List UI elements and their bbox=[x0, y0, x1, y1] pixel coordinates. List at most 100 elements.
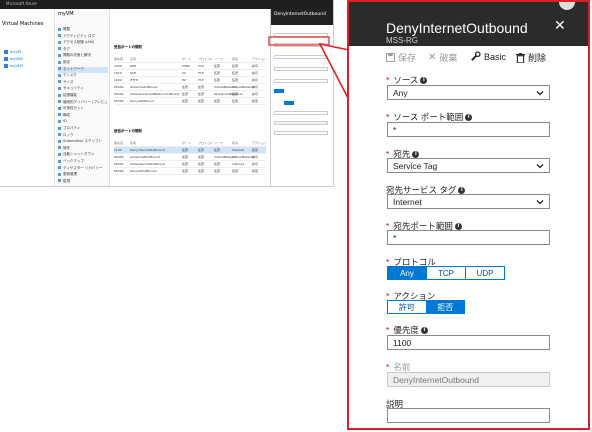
info-icon[interactable]: i bbox=[420, 76, 428, 84]
table-row[interactable]: 65001 AllowAzureLoadBalancerInBound 任意 任意 Az… bbox=[114, 91, 266, 98]
table-cell: アクション bbox=[252, 141, 267, 145]
protocol-option-any[interactable]: Any bbox=[388, 267, 427, 279]
outbound-rules-title: 送信ポートの規則 bbox=[114, 129, 142, 133]
table-cell: 任意 bbox=[182, 92, 189, 96]
table-header-row: 優先度 名前 ポート プロトコル ソース 宛先 アクション bbox=[114, 56, 267, 63]
table-row[interactable]: 65500 DenyAllOutBound 任意 任意 任意 任意 拒否 bbox=[114, 168, 266, 175]
mini-field bbox=[274, 79, 328, 83]
mini-blade-header: DenyInternetOutbound bbox=[271, 9, 333, 25]
table-cell: 任意 bbox=[198, 148, 205, 152]
delete-button[interactable]: 削除 bbox=[516, 51, 546, 64]
resource-menu-item[interactable]: 監視 bbox=[58, 179, 108, 185]
chevron-down-icon bbox=[536, 91, 544, 96]
vm-list-item[interactable]: myVM3 bbox=[4, 64, 48, 69]
table-cell: 任意 bbox=[232, 99, 239, 103]
source-select[interactable]: Any bbox=[387, 85, 550, 100]
mini-action-seg bbox=[284, 101, 294, 105]
resource-menu-item[interactable]: 構成 bbox=[58, 113, 108, 119]
action-option-allow[interactable]: 許可 bbox=[388, 301, 427, 313]
protocol-option-udp[interactable]: UDP bbox=[466, 267, 504, 279]
resource-menu-item[interactable]: 継続的デリバリー (プレビュー) bbox=[58, 100, 108, 106]
menu-item-icon bbox=[58, 67, 61, 71]
blade-header: DenyInternetOutbound MSS-RG ✕ bbox=[349, 2, 588, 46]
resource-menu-item[interactable]: ネットワーク bbox=[58, 66, 108, 73]
info-icon[interactable]: i bbox=[458, 186, 466, 194]
resource-menu-item[interactable]: アクセス制御 (IAM) bbox=[58, 40, 108, 46]
table-row[interactable]: 65500 DenyAllInBound 任意 任意 任意 任意 拒否 bbox=[114, 98, 266, 105]
info-icon[interactable]: i bbox=[465, 113, 473, 121]
resource-menu-item[interactable]: セキュリティ bbox=[58, 86, 108, 92]
menu-item-icon bbox=[58, 53, 61, 57]
table-cell: 任意 bbox=[214, 162, 221, 166]
table-row[interactable]: 1100 DenyInternetOutbound 任意 任意 任意 Internet 拒否 bbox=[114, 147, 266, 154]
vm-icon bbox=[4, 50, 8, 54]
resource-menu-item-label: 継続的デリバリー (プレビュー) bbox=[63, 99, 108, 104]
vm-list-item[interactable]: myVM2 bbox=[4, 57, 48, 62]
table-cell: Internet bbox=[232, 148, 244, 152]
resource-menu-item[interactable]: ロック bbox=[58, 133, 108, 139]
protocol-option-tcp[interactable]: TCP bbox=[427, 267, 466, 279]
table-row[interactable]: 1000 RDP 3389 TCP 任意 任意 許可 bbox=[114, 63, 266, 70]
resource-menu-item[interactable]: ID bbox=[58, 119, 108, 125]
resource-menu-item[interactable]: プロパティ bbox=[58, 126, 108, 132]
info-icon[interactable]: i bbox=[412, 150, 420, 158]
priority-input[interactable]: 1100 bbox=[387, 335, 550, 350]
mini-rule-blade: DenyInternetOutbound bbox=[270, 9, 333, 186]
table-row[interactable]: 65000 AllowVnetInBound 任意 任意 VirtualNetwork V… bbox=[114, 84, 266, 91]
destination-tag-select[interactable]: Internet bbox=[387, 194, 550, 209]
table-cell: 任意 bbox=[198, 169, 205, 173]
table-row[interactable]: 1010 SSH 22 TCP 任意 任意 許可 bbox=[114, 70, 266, 77]
table-cell: 65000 bbox=[114, 155, 124, 159]
vm-list-item[interactable]: myVM bbox=[4, 50, 48, 55]
table-cell: 拒否 bbox=[252, 99, 259, 103]
table-cell: 任意 bbox=[182, 148, 189, 152]
resource-menu-item[interactable]: ディザスター リカバリー bbox=[58, 166, 108, 172]
destination-select[interactable]: Service Tag bbox=[387, 158, 550, 173]
table-cell: 許可 bbox=[252, 155, 259, 159]
close-icon[interactable]: ✕ bbox=[554, 18, 566, 34]
table-cell: ポート bbox=[182, 57, 192, 61]
resource-menu-item[interactable]: 操作 bbox=[58, 146, 108, 152]
resource-menu-item[interactable]: 可用性セット bbox=[58, 106, 108, 112]
source-port-input[interactable]: * bbox=[387, 122, 550, 137]
avatar[interactable] bbox=[559, 2, 575, 10]
resource-menu-item[interactable]: 概要 bbox=[58, 27, 108, 33]
resource-menu-item[interactable]: アクティビティ ログ bbox=[58, 34, 108, 40]
save-icon bbox=[386, 53, 395, 62]
resource-menu-item[interactable]: 自動シャットダウン bbox=[58, 152, 108, 158]
resource-menu-item[interactable]: ディスク bbox=[58, 73, 108, 79]
table-row[interactable]: 65001 AllowInternetOutBound 任意 任意 任意 Internet… bbox=[114, 161, 266, 168]
basic-button[interactable]: Basic bbox=[470, 51, 506, 62]
action-option-deny[interactable]: 拒否 bbox=[426, 301, 464, 313]
resource-menu-item[interactable]: タグ bbox=[58, 47, 108, 53]
discard-button[interactable]: ✕ 破棄 bbox=[428, 51, 457, 64]
table-cell: SSH bbox=[130, 71, 137, 75]
name-input[interactable]: DenyInternetOutbound bbox=[387, 372, 550, 387]
table-row[interactable]: 65000 AllowVnetOutBound 任意 任意 VirtualNetwork… bbox=[114, 154, 266, 161]
chevron-down-icon bbox=[536, 164, 544, 169]
resource-menu-item-label: プロパティ bbox=[63, 126, 81, 130]
menu-item-icon bbox=[58, 100, 61, 104]
table-cell: 許可 bbox=[252, 92, 259, 96]
resource-menu-item[interactable]: 拡張機能 bbox=[58, 93, 108, 99]
table-cell: 許可 bbox=[252, 85, 259, 89]
table-cell: 65500 bbox=[114, 99, 124, 103]
resource-menu-item[interactable]: 問題の診断と解決 bbox=[58, 53, 108, 59]
save-button[interactable]: 保存 bbox=[386, 51, 416, 64]
resource-menu-item[interactable]: Automation スクリプト bbox=[58, 139, 108, 145]
info-icon[interactable]: i bbox=[454, 222, 462, 230]
resource-menu-item[interactable]: サイズ bbox=[58, 80, 108, 86]
table-row[interactable]: 1020 HTTP 80 TCP 任意 任意 許可 bbox=[114, 77, 266, 84]
resource-menu-item[interactable]: 更新管理 bbox=[58, 172, 108, 178]
mini-field bbox=[274, 121, 328, 125]
blade-title: DenyInternetOutbound bbox=[386, 20, 528, 36]
table-cell: 1100 bbox=[114, 148, 122, 152]
info-icon[interactable]: i bbox=[420, 326, 428, 334]
resource-menu-item[interactable]: 設定 bbox=[58, 60, 108, 66]
resource-menu-item-label: セキュリティ bbox=[63, 86, 84, 91]
table-cell: 65001 bbox=[114, 92, 124, 96]
table-cell: プロトコル bbox=[198, 57, 214, 61]
destination-port-input[interactable]: * bbox=[387, 230, 550, 245]
description-input[interactable] bbox=[387, 408, 550, 423]
resource-menu-item[interactable]: バックアップ bbox=[58, 159, 108, 165]
